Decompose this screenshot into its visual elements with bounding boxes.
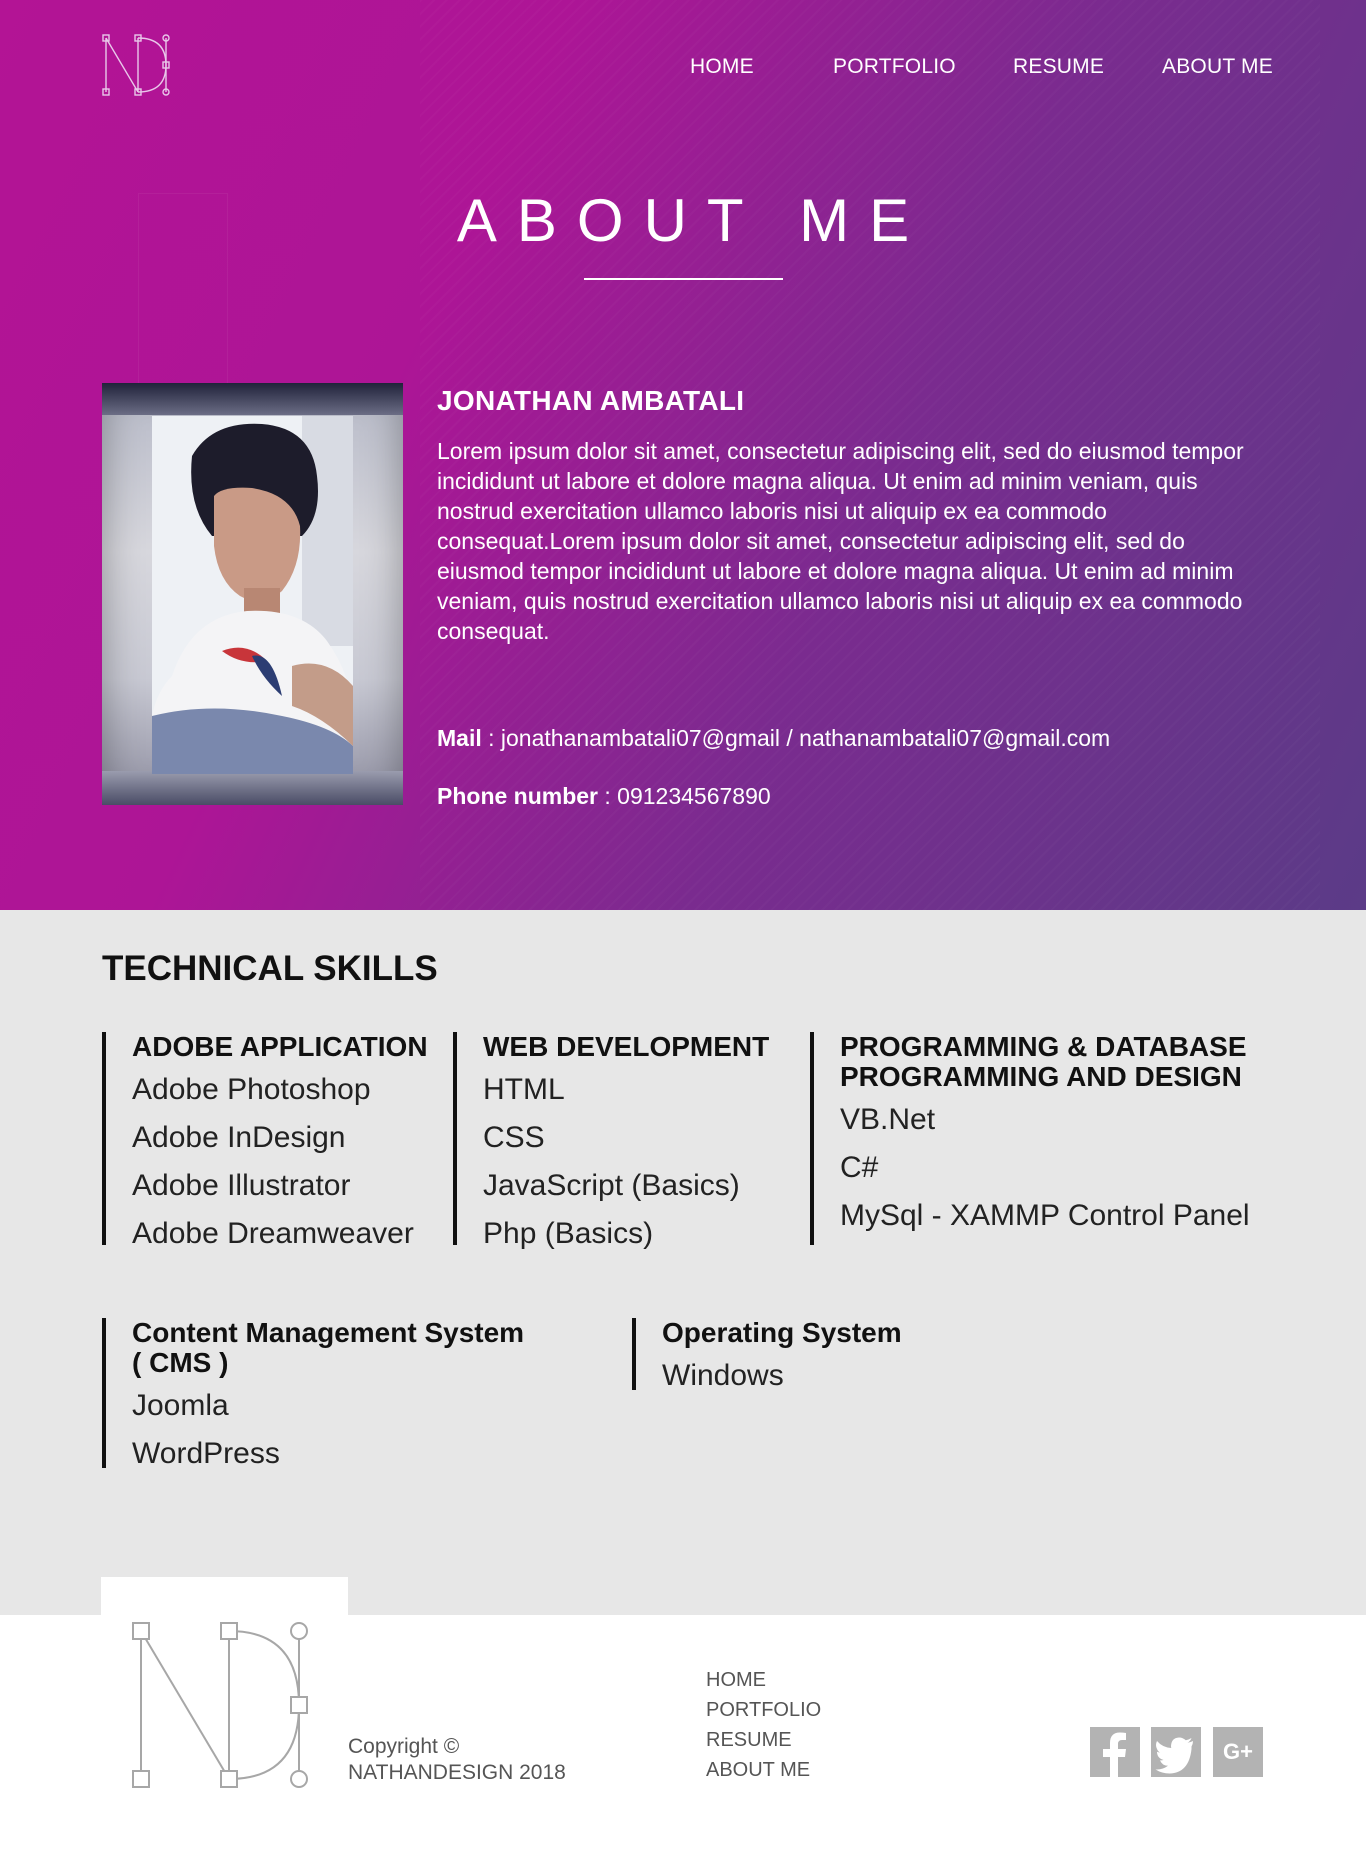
mail-label: Mail (437, 725, 482, 751)
photo-frame-bottom-shade (102, 771, 403, 805)
skills-title: TECHNICAL SKILLS (102, 949, 438, 988)
skill-heading-line: PROGRAMMING AND DESIGN (840, 1061, 1242, 1092)
skill-item: HTML (483, 1073, 565, 1106)
hero-section: HOME PORTFOLIO RESUME ABOUT ME ABOUT ME (0, 0, 1366, 910)
copyright: Copyright © NATHANDESIGN 2018 (348, 1734, 566, 1786)
skill-item: MySql - XAMMP Control Panel (840, 1199, 1250, 1232)
contact-phone: Phone number : 091234567890 (437, 783, 771, 810)
skill-heading-line: Operating System (662, 1317, 902, 1348)
phone-value: : 091234567890 (598, 783, 771, 809)
skill-list: Adobe Photoshop Adobe InDesign Adobe Ill… (132, 1066, 432, 1258)
skill-item: C# (840, 1151, 879, 1184)
skill-heading-line: Content Management System (132, 1317, 525, 1348)
footer-nav-portfolio[interactable]: PORTFOLIO (706, 1695, 821, 1725)
phone-label: Phone number (437, 783, 599, 809)
skill-item: CSS (483, 1121, 545, 1154)
footer-nav-home[interactable]: HOME (706, 1665, 821, 1695)
skill-group-web-development: WEB DEVELOPMENT HTML CSS JavaScript (Bas… (453, 1032, 783, 1250)
nd-logo-footer-icon[interactable] (131, 1621, 311, 1791)
skill-group-adobe: ADOBE APPLICATION Adobe Photoshop Adobe … (102, 1032, 432, 1250)
nav-item-portfolio[interactable]: PORTFOLIO (833, 55, 956, 79)
google-plus-icon[interactable]: G+ (1213, 1727, 1263, 1777)
skill-item: Adobe InDesign (132, 1121, 346, 1154)
skill-group-heading: WEB DEVELOPMENT (483, 1032, 783, 1062)
profile-name: JONATHAN AMBATALI (437, 385, 745, 416)
twitter-icon[interactable] (1151, 1727, 1201, 1777)
skill-item: Php (Basics) (483, 1217, 654, 1250)
skill-group-programming-database: PROGRAMMING & DATABASE PROGRAMMING AND DE… (810, 1032, 1270, 1245)
contact-mail: Mail : jonathanambatali07@gmail / nathan… (437, 725, 1110, 752)
skill-item: VB.Net (840, 1103, 936, 1136)
skill-group-heading: PROGRAMMING & DATABASE PROGRAMMING AND DE… (840, 1032, 1270, 1092)
google-plus-label: G+ (1223, 1739, 1253, 1764)
page-title: ABOUT ME (456, 187, 930, 254)
skill-item: Adobe Photoshop (132, 1073, 371, 1106)
technical-skills-section: TECHNICAL SKILLS ADOBE APPLICATION Adobe… (0, 910, 1366, 1615)
mail-value: : jonathanambatali07@gmail / nathanambat… (481, 725, 1111, 751)
footer-logo-box (101, 1577, 348, 1817)
skill-group-heading: ADOBE APPLICATION (132, 1032, 432, 1062)
profile-photo (152, 416, 353, 774)
skill-heading-line: WEB DEVELOPMENT (483, 1031, 770, 1062)
photo-frame-top-shade (102, 383, 403, 415)
skill-heading-line: ( CMS ) (132, 1347, 229, 1378)
copyright-line: Copyright © (348, 1735, 460, 1758)
skill-item: Adobe Dreamweaver (132, 1217, 414, 1250)
facebook-icon[interactable] (1090, 1727, 1140, 1777)
skill-item: JavaScript (Basics) (483, 1169, 740, 1202)
nav-item-about-me[interactable]: ABOUT ME (1162, 55, 1273, 79)
copyright-line: NATHANDESIGN 2018 (348, 1761, 566, 1784)
skill-group-heading: Content Management System( CMS ) (132, 1318, 582, 1378)
footer-nav-about-me[interactable]: ABOUT ME (706, 1755, 821, 1785)
skill-item: Windows (662, 1359, 784, 1392)
skill-heading-line: ADOBE APPLICATION (132, 1031, 428, 1062)
skill-item: Joomla (132, 1389, 229, 1422)
profile-photo-frame (102, 383, 403, 805)
skill-list: HTML CSS JavaScript (Basics) Php (Basics… (483, 1066, 783, 1258)
skill-group-heading: Operating System (662, 1318, 1012, 1348)
skill-list: Joomla WordPress (132, 1382, 582, 1478)
title-divider (584, 278, 783, 280)
footer-nav-resume[interactable]: RESUME (706, 1725, 821, 1755)
top-nav: HOME PORTFOLIO RESUME ABOUT ME (0, 55, 1366, 79)
skill-group-cms: Content Management System( CMS ) Joomla … (102, 1318, 582, 1470)
footer-nav: HOME PORTFOLIO RESUME ABOUT ME (706, 1665, 821, 1785)
skill-heading-line: PROGRAMMING & DATABASE (840, 1031, 1247, 1062)
skill-group-operating-system: Operating System Windows (632, 1318, 1012, 1392)
skill-item: Adobe Illustrator (132, 1169, 351, 1202)
skill-item: WordPress (132, 1437, 280, 1470)
nav-item-resume[interactable]: RESUME (1013, 55, 1104, 79)
profile-bio: Lorem ipsum dolor sit amet, consectetur … (437, 438, 1244, 644)
nav-item-home[interactable]: HOME (690, 55, 754, 79)
skill-list: Windows (662, 1352, 1012, 1400)
skill-list: VB.Net C# MySql - XAMMP Control Panel (840, 1096, 1270, 1240)
